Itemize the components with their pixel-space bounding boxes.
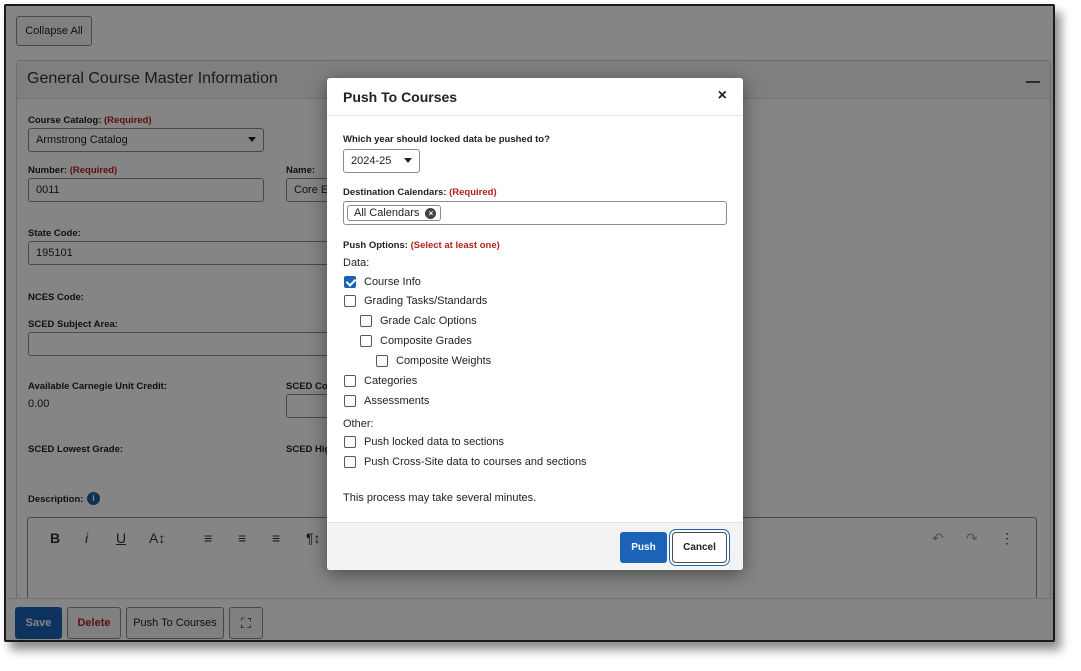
push-to-courses-modal: Push To Courses × Which year should lock… bbox=[327, 78, 743, 570]
composite-grades-label: Composite Grades bbox=[380, 335, 472, 347]
course-info-checkbox[interactable] bbox=[344, 276, 356, 288]
option-composite-weights[interactable]: Composite Weights bbox=[376, 355, 491, 367]
push-cross-site-label: Push Cross-Site data to courses and sect… bbox=[364, 456, 587, 468]
push-cross-site-checkbox[interactable] bbox=[344, 456, 356, 468]
option-composite-grades[interactable]: Composite Grades bbox=[360, 335, 472, 347]
composite-weights-checkbox[interactable] bbox=[376, 355, 388, 367]
grade-calc-label: Grade Calc Options bbox=[380, 315, 477, 327]
categories-label: Categories bbox=[364, 375, 418, 387]
composite-grades-checkbox[interactable] bbox=[360, 335, 372, 347]
course-info-label: Course Info bbox=[364, 276, 421, 288]
push-locked-sections-label: Push locked data to sections bbox=[364, 436, 505, 448]
process-note: This process may take several minutes. bbox=[343, 492, 537, 504]
modal-title: Push To Courses bbox=[343, 89, 458, 105]
calendar-chip-label: All Calendars bbox=[354, 207, 420, 219]
option-assessments[interactable]: Assessments bbox=[344, 395, 429, 407]
remove-chip-icon[interactable]: × bbox=[425, 207, 437, 219]
option-grade-calc[interactable]: Grade Calc Options bbox=[360, 315, 477, 327]
other-heading: Other: bbox=[343, 418, 374, 430]
modal-header: Push To Courses × bbox=[327, 78, 743, 116]
calendar-chip: All Calendars × bbox=[347, 205, 442, 221]
close-icon[interactable]: × bbox=[718, 87, 727, 105]
composite-weights-label: Composite Weights bbox=[396, 355, 492, 367]
option-push-locked-sections[interactable]: Push locked data to sections bbox=[344, 436, 504, 448]
data-heading: Data: bbox=[343, 257, 370, 269]
option-push-cross-site[interactable]: Push Cross-Site data to courses and sect… bbox=[344, 456, 587, 468]
destination-calendars-field[interactable]: All Calendars × bbox=[343, 201, 727, 225]
assessments-label: Assessments bbox=[364, 395, 430, 407]
option-categories[interactable]: Categories bbox=[344, 375, 417, 387]
grade-calc-checkbox[interactable] bbox=[360, 315, 372, 327]
grading-tasks-checkbox[interactable] bbox=[344, 295, 356, 307]
destination-calendars-label: Destination Calendars: (Required) bbox=[343, 187, 497, 198]
cancel-button[interactable]: Cancel bbox=[672, 532, 727, 563]
assessments-checkbox[interactable] bbox=[344, 395, 356, 407]
modal-footer: Push Cancel bbox=[327, 522, 743, 570]
push-options-label: Push Options: (Select at least one) bbox=[343, 240, 500, 251]
year-question-label: Which year should locked data be pushed … bbox=[343, 134, 550, 145]
push-locked-sections-checkbox[interactable] bbox=[344, 436, 356, 448]
chevron-down-icon bbox=[404, 158, 412, 163]
screenshot-frame: Collapse All General Course Master Infor… bbox=[4, 4, 1055, 642]
app-screen: Collapse All General Course Master Infor… bbox=[6, 6, 1053, 640]
grading-tasks-label: Grading Tasks/Standards bbox=[364, 295, 488, 307]
option-grading-tasks[interactable]: Grading Tasks/Standards bbox=[344, 295, 487, 307]
option-course-info[interactable]: Course Info bbox=[344, 276, 421, 288]
push-button[interactable]: Push bbox=[620, 532, 667, 563]
categories-checkbox[interactable] bbox=[344, 375, 356, 387]
year-select-value: 2024-25 bbox=[351, 155, 392, 167]
year-select[interactable]: 2024-25 bbox=[343, 149, 420, 173]
